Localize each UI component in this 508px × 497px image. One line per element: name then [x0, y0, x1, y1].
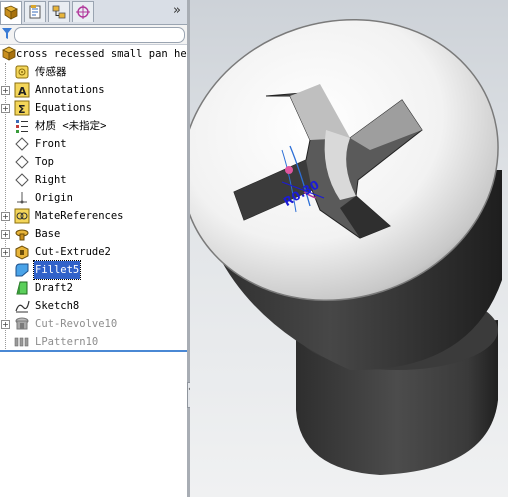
svg-text:A: A: [18, 85, 27, 98]
tree-item-front-plane[interactable]: Front: [0, 135, 187, 153]
sketch-icon: [14, 298, 30, 314]
plane-icon: [14, 172, 30, 188]
tree-item-annotations[interactable]: + A Annotations: [0, 81, 187, 99]
origin-icon: [14, 190, 30, 206]
feature-tree-icon: [4, 5, 18, 20]
boss-revolve-icon: [14, 226, 30, 242]
screw-model: [190, 19, 502, 475]
linear-pattern-icon: [14, 334, 30, 350]
draft-icon: [14, 280, 30, 296]
expand-toggle[interactable]: +: [1, 248, 10, 257]
tab-dimxpert-manager[interactable]: [72, 1, 94, 22]
sensor-icon: [14, 64, 30, 80]
tree-item-label: Equations: [35, 102, 92, 114]
expand-panel-button[interactable]: »: [173, 3, 181, 18]
tree-item-label: 材质 <未指定>: [35, 120, 107, 132]
filter-funnel-icon[interactable]: [2, 28, 12, 40]
part-icon: [1, 46, 17, 62]
tree-item-sensors[interactable]: 传感器: [0, 63, 187, 81]
plane-icon: [14, 136, 30, 152]
tree-item-label: Cut-Extrude2: [35, 246, 111, 258]
tree-item-label: LPattern10: [35, 336, 99, 348]
tree-item-label: Top: [35, 156, 54, 168]
tree-item-label: Origin: [35, 192, 73, 204]
svg-text:Σ: Σ: [18, 103, 26, 116]
tree-item-cut-extrude[interactable]: + Cut-Extrude2: [0, 243, 187, 261]
tab-configuration-manager[interactable]: [48, 1, 70, 22]
tree-item-label: 传感器: [35, 66, 67, 78]
configuration-icon: [52, 5, 66, 19]
tree-item-label: Cut-Revolve10: [35, 318, 118, 330]
tab-property-manager[interactable]: [24, 1, 46, 22]
filter-bar: [0, 25, 187, 45]
tree-item-equations[interactable]: + Σ Equations: [0, 99, 187, 117]
tree-root-part[interactable]: cross recessed small pan head: [0, 45, 187, 63]
tree-root-label: cross recessed small pan head: [16, 48, 187, 60]
equations-sigma-icon: Σ: [14, 100, 30, 116]
tree-item-origin[interactable]: Origin: [0, 189, 187, 207]
property-sheet-icon: [29, 5, 41, 19]
tree-item-cut-revolve[interactable]: + Cut-Revolve10: [0, 315, 187, 333]
lower-empty-pane: [0, 352, 187, 497]
tree-item-label: Annotations: [35, 84, 105, 96]
cut-extrude-icon: [14, 244, 30, 260]
plane-icon: [14, 154, 30, 170]
feature-manager-panel: » cross recessed small pan head 传感器 + A …: [0, 0, 187, 497]
tree-item-top-plane[interactable]: Top: [0, 153, 187, 171]
tree-item-linear-pattern[interactable]: LPattern10: [0, 333, 187, 351]
tree-item-material[interactable]: 材质 <未指定>: [0, 117, 187, 135]
tree-item-label: Fillet5: [32, 260, 82, 280]
expand-toggle[interactable]: +: [1, 104, 10, 113]
material-icon: [14, 118, 30, 134]
tree-item-label: Sketch8: [35, 300, 80, 312]
target-crosshair-icon: [76, 5, 90, 19]
tree-item-label: Base: [35, 228, 61, 240]
tree-item-sketch[interactable]: Sketch8: [0, 297, 187, 315]
tree-item-mate-references[interactable]: + MateReferences: [0, 207, 187, 225]
fillet-icon: [14, 262, 30, 278]
tree-item-label: MateReferences: [35, 210, 124, 222]
tree-item-draft[interactable]: Draft2: [0, 279, 187, 297]
cut-revolve-icon: [14, 316, 30, 332]
expand-toggle[interactable]: +: [1, 86, 10, 95]
tree-item-right-plane[interactable]: Right: [0, 171, 187, 189]
tree-item-label: Right: [35, 174, 67, 186]
tree-item-label: Front: [35, 138, 67, 150]
expand-toggle[interactable]: +: [1, 212, 10, 221]
tree-item-label: Draft2: [35, 282, 73, 294]
manager-tab-bar: »: [0, 0, 187, 25]
mate-references-icon: [14, 208, 30, 224]
tab-feature-manager[interactable]: [0, 1, 22, 24]
expand-toggle[interactable]: +: [1, 320, 10, 329]
expand-toggle[interactable]: +: [1, 230, 10, 239]
tree-item-base[interactable]: + Base: [0, 225, 187, 243]
tree-item-fillet[interactable]: Fillet5: [0, 260, 187, 280]
graphics-viewport[interactable]: R0.30: [190, 0, 508, 497]
filter-input[interactable]: [14, 27, 185, 43]
annotations-icon: A: [14, 82, 30, 98]
